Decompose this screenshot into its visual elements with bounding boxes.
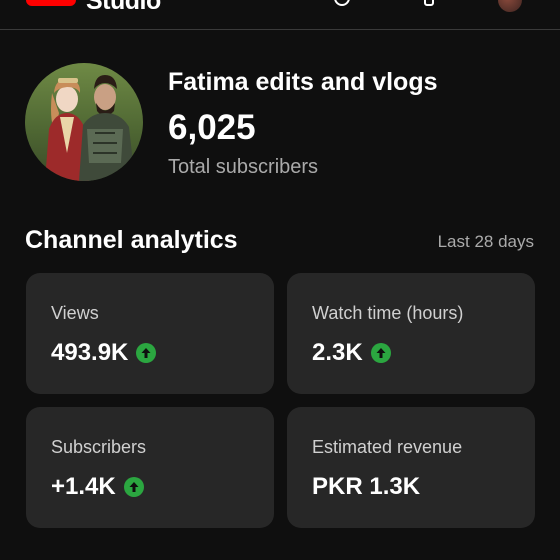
- card-value-row: PKR 1.3K: [312, 473, 420, 501]
- watch-time-card[interactable]: Watch time (hours) 2.3K: [287, 273, 535, 394]
- card-value: 2.3K: [312, 339, 363, 366]
- account-avatar[interactable]: [498, 0, 522, 12]
- arrow-up-circle-icon: [370, 343, 391, 363]
- card-value: 493.9K: [51, 339, 129, 366]
- card-label: Views: [51, 303, 99, 323]
- search-icon[interactable]: [334, 0, 350, 6]
- card-value: PKR 1.3K: [312, 473, 421, 500]
- subscribers-card[interactable]: Subscribers +1.4K: [26, 407, 274, 528]
- card-value-row: +1.4K: [51, 473, 144, 501]
- card-label: Estimated revenue: [312, 437, 463, 457]
- views-card[interactable]: Views 493.9K: [26, 273, 274, 394]
- revenue-card[interactable]: Estimated revenue PKR 1.3K: [287, 407, 535, 528]
- arrow-up-circle-icon: [136, 343, 157, 363]
- card-value: +1.4K: [51, 473, 116, 500]
- create-icon[interactable]: [424, 0, 434, 6]
- youtube-logo-icon[interactable]: [26, 0, 76, 6]
- top-app-bar: Studio: [0, 0, 560, 30]
- period-label: Last 28 days: [437, 232, 534, 251]
- section-title: Channel analytics: [25, 226, 238, 254]
- card-value-row: 2.3K: [312, 339, 391, 367]
- arrow-up-circle-icon: [123, 477, 144, 497]
- subscriber-count: 6,025: [168, 108, 256, 147]
- app-name: Studio: [86, 0, 161, 15]
- channel-name: Fatima edits and vlogs: [168, 68, 438, 96]
- card-value-row: 493.9K: [51, 339, 157, 367]
- channel-avatar-image: [25, 63, 143, 181]
- channel-avatar[interactable]: [25, 63, 143, 181]
- subscriber-label: Total subscribers: [168, 156, 319, 178]
- card-label: Watch time (hours): [312, 303, 464, 323]
- card-label: Subscribers: [51, 437, 147, 457]
